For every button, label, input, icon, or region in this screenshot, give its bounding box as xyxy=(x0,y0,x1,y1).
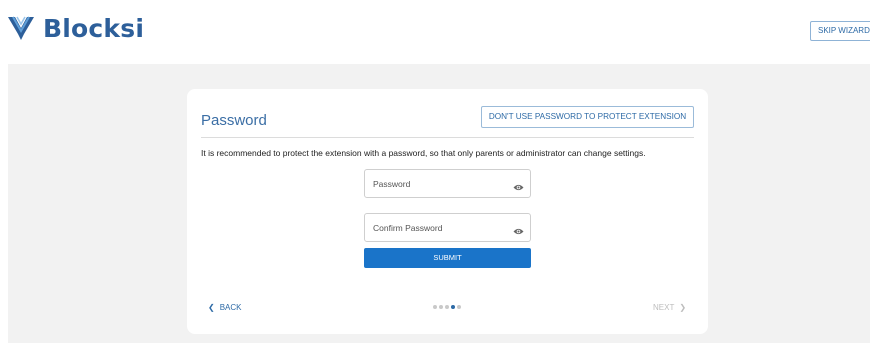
divider xyxy=(201,137,694,138)
confirm-password-field[interactable]: Confirm Password xyxy=(364,213,531,242)
step-dot xyxy=(433,305,437,309)
step-dot xyxy=(451,305,455,309)
eye-icon[interactable] xyxy=(513,223,524,241)
description-text: It is recommended to protect the extensi… xyxy=(201,148,646,158)
eye-icon[interactable] xyxy=(513,179,524,197)
password-placeholder: Password xyxy=(373,179,411,189)
back-label: BACK xyxy=(219,303,242,312)
blocksi-logo-icon xyxy=(8,16,34,40)
back-button[interactable]: ❮ BACK xyxy=(208,303,242,312)
step-dot xyxy=(445,305,449,309)
password-card: Password DON'T USE PASSWORD TO PROTECT E… xyxy=(187,89,708,334)
chevron-right-icon: ❯ xyxy=(679,303,687,312)
chevron-left-icon: ❮ xyxy=(208,303,215,312)
next-label: NEXT xyxy=(653,303,675,312)
confirm-password-placeholder: Confirm Password xyxy=(373,223,443,233)
dont-use-password-button[interactable]: DON'T USE PASSWORD TO PROTECT EXTENSION xyxy=(481,106,694,128)
next-button[interactable]: NEXT ❯ xyxy=(653,303,686,312)
submit-button[interactable]: SUBMIT xyxy=(364,248,531,268)
page-title: Password xyxy=(201,112,267,129)
step-dot xyxy=(457,305,461,309)
step-dot xyxy=(439,305,443,309)
logo-text: Blocksi xyxy=(43,14,145,43)
password-field[interactable]: Password xyxy=(364,169,531,198)
step-indicator xyxy=(433,305,461,309)
top-bar: Blocksi SKIP WIZARD xyxy=(0,0,870,60)
blocksi-logo[interactable]: Blocksi xyxy=(6,14,144,44)
skip-wizard-button[interactable]: SKIP WIZARD xyxy=(810,21,870,41)
